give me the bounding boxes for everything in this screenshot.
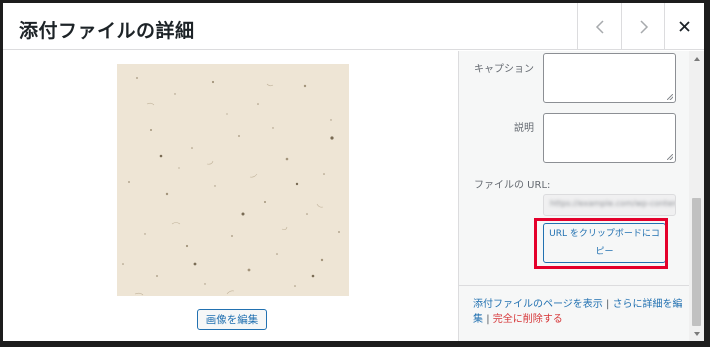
scroll-down-arrow-icon[interactable]: [694, 332, 700, 336]
copy-url-button[interactable]: URL をクリップボードにコピー: [543, 223, 666, 263]
file-url-field[interactable]: https://example.com/wp-content/uploads/p…: [543, 194, 676, 216]
attachment-actions: 添付ファイルのページを表示 | さらに詳細を編集 | 完全に削除する: [473, 297, 687, 327]
close-icon: [679, 21, 690, 32]
file-url-label: ファイルの URL:: [474, 180, 551, 191]
caption-label: キャプション: [474, 64, 534, 75]
action-separator: |: [606, 299, 610, 310]
scrollbar-thumb[interactable]: [692, 198, 701, 326]
chevron-right-icon: [640, 19, 649, 34]
modal-title: 添付ファイルの詳細: [19, 20, 195, 42]
close-button[interactable]: [664, 3, 704, 50]
description-label: 説明: [514, 123, 534, 134]
delete-permanently-link[interactable]: 完全に削除する: [493, 314, 563, 325]
scroll-up-arrow-icon[interactable]: [694, 57, 700, 61]
view-attachment-page-link[interactable]: 添付ファイルのページを表示: [473, 299, 603, 310]
attachment-preview-pane: 画像を編集: [3, 51, 458, 341]
action-separator: |: [486, 314, 490, 325]
section-divider: [459, 285, 689, 286]
attachment-image: [117, 64, 349, 296]
attachment-details-modal: 添付ファイルの詳細 画像を編集 キャプション 説明 ファイルの URL: htt…: [3, 3, 704, 341]
description-field[interactable]: [543, 113, 676, 163]
settings-scrollbar[interactable]: [689, 51, 704, 341]
modal-header: 添付ファイルの詳細: [3, 3, 704, 50]
chevron-left-icon: [595, 19, 604, 34]
file-url-value: https://example.com/wp-content/uploads/p…: [550, 199, 675, 208]
attachment-settings-pane: キャプション 説明 ファイルの URL: https://example.com…: [458, 51, 704, 341]
edit-image-button[interactable]: 画像を編集: [197, 309, 267, 330]
paper-texture-image: [117, 64, 349, 296]
previous-button[interactable]: [577, 3, 622, 50]
caption-field[interactable]: [543, 53, 676, 103]
next-button[interactable]: [621, 3, 666, 50]
